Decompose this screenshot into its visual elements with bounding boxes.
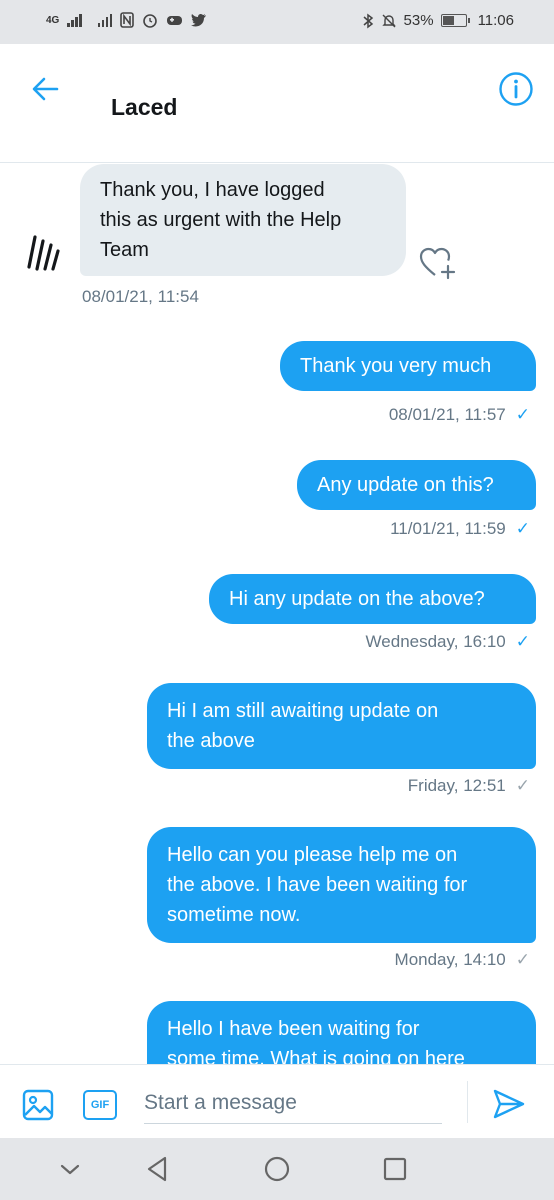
message-timestamp-row: Monday, 14:10 ✓	[395, 950, 530, 970]
read-check-icon: ✓	[515, 632, 530, 651]
laced-avatar[interactable]	[26, 233, 62, 273]
message-thread[interactable]: Thank you, I have logged this as urgent …	[0, 163, 554, 1064]
nav-home-icon[interactable]	[262, 1154, 292, 1184]
bluetooth-icon	[363, 13, 373, 28]
message-composer: GIF	[0, 1064, 554, 1139]
message-line: Thank you very much	[300, 355, 492, 377]
signal-2-icon	[97, 13, 113, 27]
message-line: the above. I have been waiting for	[167, 874, 468, 896]
mute-bell-icon	[381, 14, 396, 27]
arrow-left-icon[interactable]	[30, 74, 60, 104]
message-line: some time. What is going on here	[167, 1048, 465, 1064]
network-label: 4G	[46, 14, 60, 26]
game-controller-icon	[167, 16, 183, 25]
gif-button[interactable]: GIF	[83, 1090, 117, 1120]
alarm-icon	[143, 14, 158, 28]
message-input[interactable]	[144, 1083, 442, 1124]
twitter-bird-icon	[191, 13, 207, 27]
image-icon[interactable]	[22, 1089, 54, 1121]
message-bubble-outgoing[interactable]: Any update on this?	[297, 460, 536, 510]
info-circle-icon[interactable]	[498, 71, 534, 107]
message-timestamp: 08/01/21, 11:54	[82, 287, 199, 306]
conversation-title: Laced	[111, 94, 178, 120]
battery-percent: 53%	[403, 12, 434, 29]
message-timestamp-row: 08/01/21, 11:57 ✓	[389, 405, 530, 425]
nav-recents-icon[interactable]	[380, 1154, 410, 1184]
message-bubble-outgoing[interactable]: Hi any update on the above?	[209, 574, 536, 624]
nfc-icon	[120, 12, 135, 28]
message-bubble-outgoing[interactable]: Hello can you please help me on the abov…	[147, 827, 536, 943]
message-line: Hi any update on the above?	[229, 588, 485, 610]
message-timestamp-row: 11/01/21, 11:59 ✓	[390, 519, 530, 539]
send-icon[interactable]	[492, 1087, 526, 1121]
status-time: 11:06	[477, 12, 514, 29]
message-bubble-outgoing[interactable]: Hi I am still awaiting update on the abo…	[147, 683, 536, 769]
message-bubble-incoming[interactable]: Thank you, I have logged this as urgent …	[80, 164, 406, 276]
message-line: this as urgent with the Help	[100, 209, 342, 231]
message-bubble-outgoing[interactable]: Thank you very much	[280, 341, 536, 391]
message-timestamp: Wednesday, 16:10	[365, 632, 506, 651]
message-timestamp: Monday, 14:10	[394, 950, 506, 969]
conversation-header: Laced	[0, 44, 554, 163]
message-line: Any update on this?	[317, 474, 494, 496]
status-right: 53% 11:06	[362, 12, 514, 29]
message-line: the above	[167, 730, 255, 752]
message-timestamp-row: Wednesday, 16:10 ✓	[366, 632, 530, 652]
read-check-icon: ✓	[515, 519, 530, 538]
heart-plus-icon[interactable]	[419, 246, 457, 280]
message-timestamp: Friday, 12:51	[407, 776, 506, 795]
message-line: Team	[100, 239, 149, 261]
read-check-icon: ✓	[515, 405, 530, 424]
status-bar: 4G 53% 11:06	[0, 0, 554, 44]
status-left: 4G	[46, 12, 207, 28]
message-bubble-outgoing[interactable]: Hello I have been waiting for some time.…	[147, 1001, 536, 1064]
sent-check-icon: ✓	[515, 776, 530, 795]
system-nav-bar	[0, 1138, 554, 1200]
nav-back-icon[interactable]	[143, 1154, 173, 1184]
message-line: Hello I have been waiting for	[167, 1018, 420, 1040]
message-line: Hello can you please help me on	[167, 844, 458, 866]
message-line: Thank you, I have logged	[100, 179, 325, 201]
composer-divider	[467, 1081, 468, 1123]
sent-check-icon: ✓	[515, 950, 530, 969]
signal-icon	[67, 13, 82, 27]
message-line: Hi I am still awaiting update on	[167, 700, 439, 722]
message-timestamp: 08/01/21, 11:57	[388, 405, 506, 424]
message-timestamp: 11/01/21, 11:59	[390, 519, 506, 538]
message-line: sometime now.	[167, 904, 301, 926]
chevron-down-icon[interactable]	[55, 1154, 85, 1184]
message-timestamp-row: Friday, 12:51 ✓	[408, 776, 530, 796]
battery-icon	[440, 14, 470, 27]
